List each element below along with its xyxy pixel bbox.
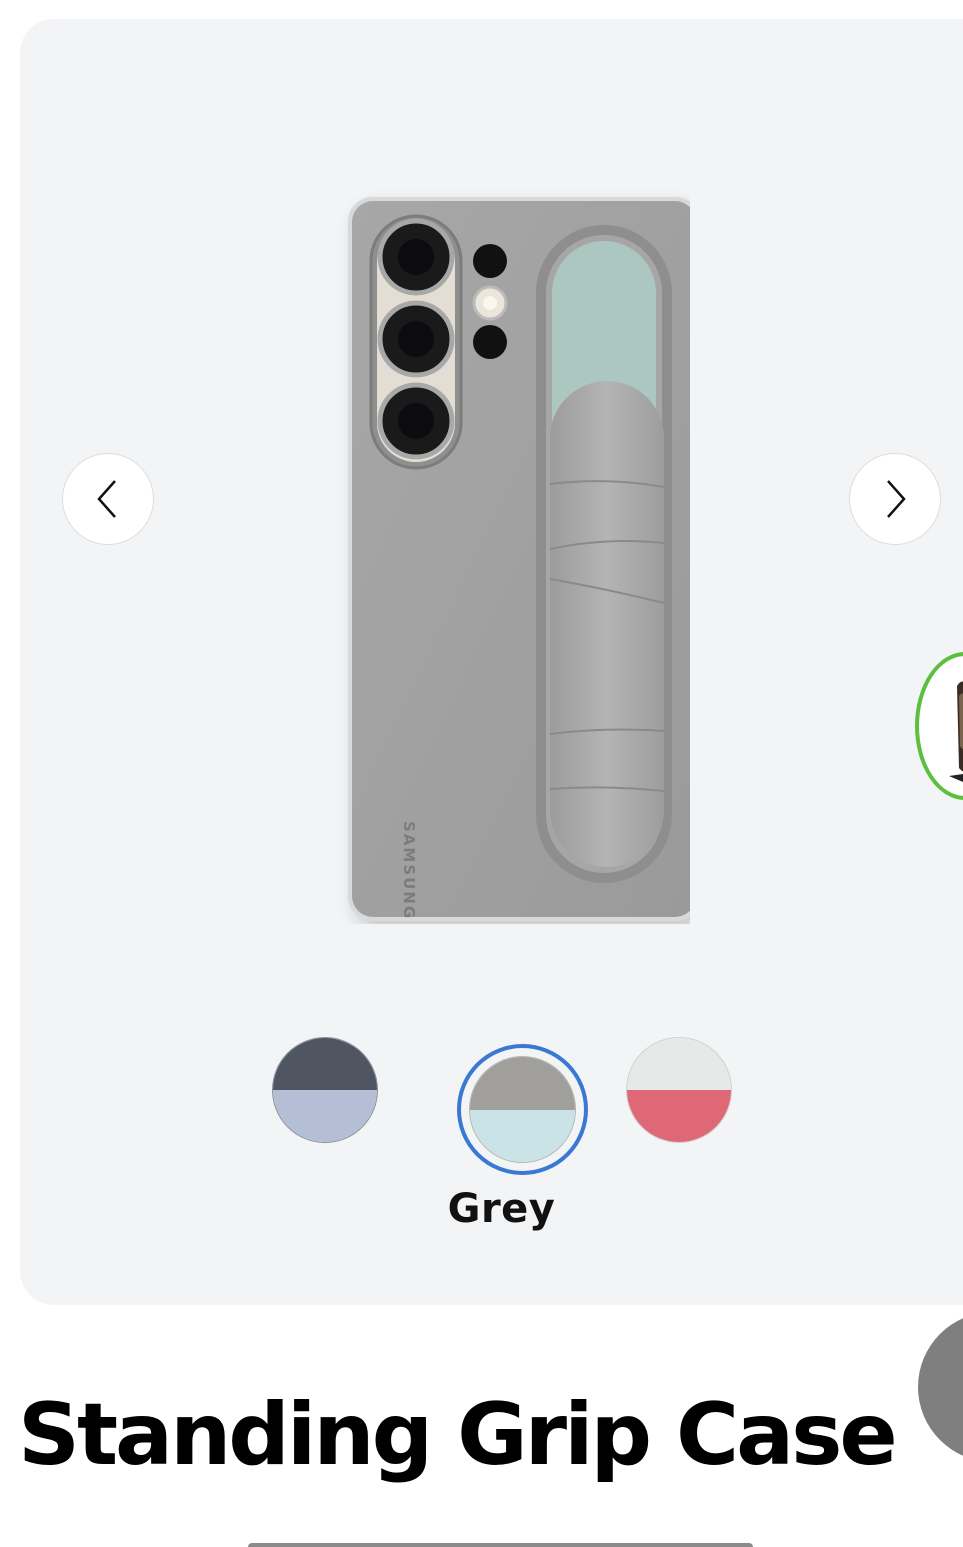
product-image: SAMSUNG <box>348 197 690 921</box>
thumbnail-image <box>949 681 963 782</box>
swatch-top <box>273 1038 377 1090</box>
product-gallery: SAMSUNG <box>20 19 963 1305</box>
next-image-button[interactable] <box>849 453 941 545</box>
swatch-bottom <box>627 1090 731 1142</box>
product-page: SAMSUNG Grey Standing Grip Case <box>0 0 963 1547</box>
swatch-top <box>627 1038 731 1090</box>
bottom-sheet-handle[interactable] <box>248 1543 753 1547</box>
gallery-thumbnail[interactable] <box>915 652 963 800</box>
product-title: Standing Grip Case <box>18 1385 898 1485</box>
color-swatch-grey[interactable] <box>469 1056 576 1163</box>
chevron-right-icon <box>887 480 906 518</box>
chevron-left-icon <box>97 480 116 518</box>
floating-action-button[interactable] <box>918 1312 963 1462</box>
color-swatch-dark-blue[interactable] <box>272 1037 378 1143</box>
brand-wordmark: SAMSUNG <box>400 821 418 920</box>
swatch-bottom <box>273 1090 377 1142</box>
selected-color-label: Grey <box>447 1186 556 1232</box>
color-swatch-pink[interactable] <box>626 1037 732 1143</box>
previous-image-button[interactable] <box>62 453 154 545</box>
